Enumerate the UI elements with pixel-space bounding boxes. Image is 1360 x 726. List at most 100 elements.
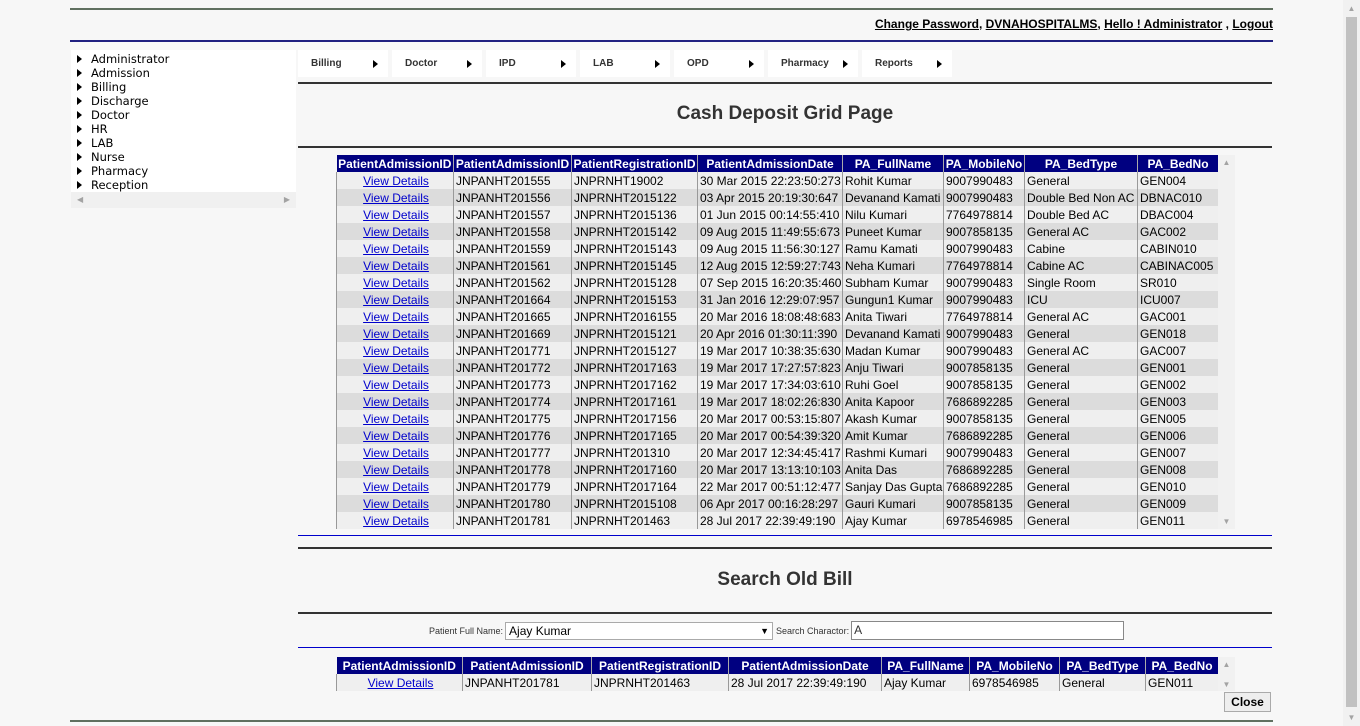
table-cell: Gauri Kumari <box>842 495 944 512</box>
menu-reports[interactable]: Reports <box>862 50 952 77</box>
table-cell: General <box>1024 427 1138 444</box>
search-title-rule <box>298 612 1272 614</box>
column-header[interactable]: PatientAdmissionID <box>462 657 592 674</box>
view-details-link[interactable]: View Details <box>363 310 429 324</box>
sidebar-item-administrator[interactable]: Administrator <box>71 52 296 66</box>
table-cell: Cabine AC <box>1024 257 1138 274</box>
action-cell: View Details <box>336 291 454 308</box>
close-button[interactable]: Close <box>1224 692 1271 712</box>
view-details-link[interactable]: View Details <box>363 429 429 443</box>
sidebar-hscrollbar[interactable]: ◀ ▶ <box>71 192 296 208</box>
table-row: View Details JNPANHT201775 JNPRNHT2017156 2… <box>336 410 1219 427</box>
view-details-link[interactable]: View Details <box>363 327 429 341</box>
action-cell: View Details <box>336 478 454 495</box>
menu-billing[interactable]: Billing <box>298 50 388 77</box>
logout-link[interactable]: Logout <box>1232 17 1273 31</box>
table-cell: Neha Kumari <box>842 257 944 274</box>
view-details-link[interactable]: View Details <box>363 276 429 290</box>
action-cell: View Details <box>336 325 454 342</box>
column-header[interactable]: PA_MobileNo <box>969 657 1060 674</box>
table-cell: JNPANHT201669 <box>453 325 572 342</box>
view-details-link[interactable]: View Details <box>363 259 429 273</box>
view-details-link[interactable]: View Details <box>363 412 429 426</box>
table-cell: 19 Mar 2017 17:27:57:823 <box>697 359 843 376</box>
column-header[interactable]: PatientAdmissionDate <box>728 657 882 674</box>
table-cell: JNPRNHT2015127 <box>571 342 698 359</box>
sidebar-item-nurse[interactable]: Nurse <box>71 150 296 164</box>
action-cell: View Details <box>336 274 454 291</box>
column-header[interactable]: PatientAdmissionID <box>453 155 572 172</box>
sidebar-item-lab[interactable]: LAB <box>71 136 296 150</box>
sidebar-item-label: Administrator <box>91 52 170 66</box>
sidebar-item-discharge[interactable]: Discharge <box>71 94 296 108</box>
menu-pharmacy[interactable]: Pharmacy <box>768 50 858 77</box>
table-cell: 20 Mar 2017 00:54:39:320 <box>697 427 843 444</box>
column-header[interactable]: PA_BedType <box>1024 155 1138 172</box>
change-password-link[interactable]: Change Password <box>875 17 979 31</box>
sidebar-item-admission[interactable]: Admission <box>71 66 296 80</box>
column-header[interactable]: PA_BedNo <box>1145 657 1219 674</box>
column-header[interactable]: PatientAdmissionID <box>336 657 463 674</box>
action-cell: View Details <box>336 461 454 478</box>
column-header[interactable]: PA_BedNo <box>1137 155 1219 172</box>
hello-user-link[interactable]: Hello ! Administrator <box>1104 17 1222 31</box>
table-cell: 07 Sep 2015 16:20:35:460 <box>697 274 843 291</box>
table-row: View Details JNPANHT201558 JNPRNHT2015142 0… <box>336 223 1219 240</box>
column-header[interactable]: PatientAdmissionDate <box>697 155 843 172</box>
view-details-link[interactable]: View Details <box>363 361 429 375</box>
page-scrollbar[interactable]: ▲ ▼ <box>1343 0 1360 726</box>
patient-name-select[interactable]: Ajay Kumar ▼ <box>505 621 774 640</box>
column-header[interactable]: PA_FullName <box>842 155 944 172</box>
menu-opd[interactable]: OPD <box>674 50 764 77</box>
search-result-grid: PatientAdmissionID PatientAdmissionID Pati… <box>336 657 1219 691</box>
table-cell: JNPRNHT2015145 <box>571 257 698 274</box>
table-row: View Details JNPANHT201556 JNPRNHT2015122 0… <box>336 189 1219 206</box>
table-row: View Details JNPANHT201772 JNPRNHT2017163 1… <box>336 359 1219 376</box>
view-details-link[interactable]: View Details <box>363 446 429 460</box>
table-cell: 9007858135 <box>943 410 1025 427</box>
table-cell: Sanjay Das Gupta <box>842 478 944 495</box>
table-cell: JNPRNHT2016155 <box>571 308 698 325</box>
menu-doctor[interactable]: Doctor <box>392 50 482 77</box>
view-details-link[interactable]: View Details <box>363 395 429 409</box>
view-details-link[interactable]: View Details <box>363 208 429 222</box>
table-cell: GEN011 <box>1137 512 1219 529</box>
view-details-link[interactable]: View Details <box>363 497 429 511</box>
view-details-link[interactable]: View Details <box>363 242 429 256</box>
grid-scrollbar[interactable]: ▲ ▼ <box>1218 155 1235 529</box>
menu-lab[interactable]: LAB <box>580 50 670 77</box>
result-scrollbar[interactable]: ▲ ▼ <box>1218 657 1235 691</box>
column-header[interactable]: PatientRegistrationID <box>591 657 729 674</box>
view-details-link[interactable]: View Details <box>363 344 429 358</box>
view-details-link[interactable]: View Details <box>363 514 429 528</box>
table-cell: Subham Kumar <box>842 274 944 291</box>
table-cell: General <box>1024 495 1138 512</box>
view-details-link[interactable]: View Details <box>363 480 429 494</box>
column-header[interactable]: PatientRegistrationID <box>571 155 698 172</box>
column-header[interactable]: PatientAdmissionID <box>336 155 454 172</box>
sidebar-item-pharmacy[interactable]: Pharmacy <box>71 164 296 178</box>
expand-arrow-icon <box>77 139 82 147</box>
sidebar-item-reception[interactable]: Reception <box>71 178 296 192</box>
sidebar-item-doctor[interactable]: Doctor <box>71 108 296 122</box>
view-details-link[interactable]: View Details <box>363 293 429 307</box>
view-details-link[interactable]: View Details <box>368 676 434 690</box>
view-details-link[interactable]: View Details <box>363 225 429 239</box>
hospital-link[interactable]: DVNAHOSPITALMS <box>986 17 1098 31</box>
view-details-link[interactable]: View Details <box>363 378 429 392</box>
sidebar-item-hr[interactable]: HR <box>71 122 296 136</box>
action-cell: View Details <box>336 257 454 274</box>
view-details-link[interactable]: View Details <box>363 191 429 205</box>
search-char-input[interactable]: A <box>851 621 1125 640</box>
view-details-link[interactable]: View Details <box>363 174 429 188</box>
table-cell: JNPANHT201561 <box>453 257 572 274</box>
expand-arrow-icon <box>77 55 82 63</box>
column-header[interactable]: PA_BedType <box>1059 657 1146 674</box>
view-details-link[interactable]: View Details <box>363 463 429 477</box>
action-cell: View Details <box>336 308 454 325</box>
sidebar-item-billing[interactable]: Billing <box>71 80 296 94</box>
menu-ipd[interactable]: IPD <box>486 50 576 77</box>
column-header[interactable]: PA_MobileNo <box>943 155 1025 172</box>
table-cell: JNPANHT201556 <box>453 189 572 206</box>
column-header[interactable]: PA_FullName <box>881 657 970 674</box>
